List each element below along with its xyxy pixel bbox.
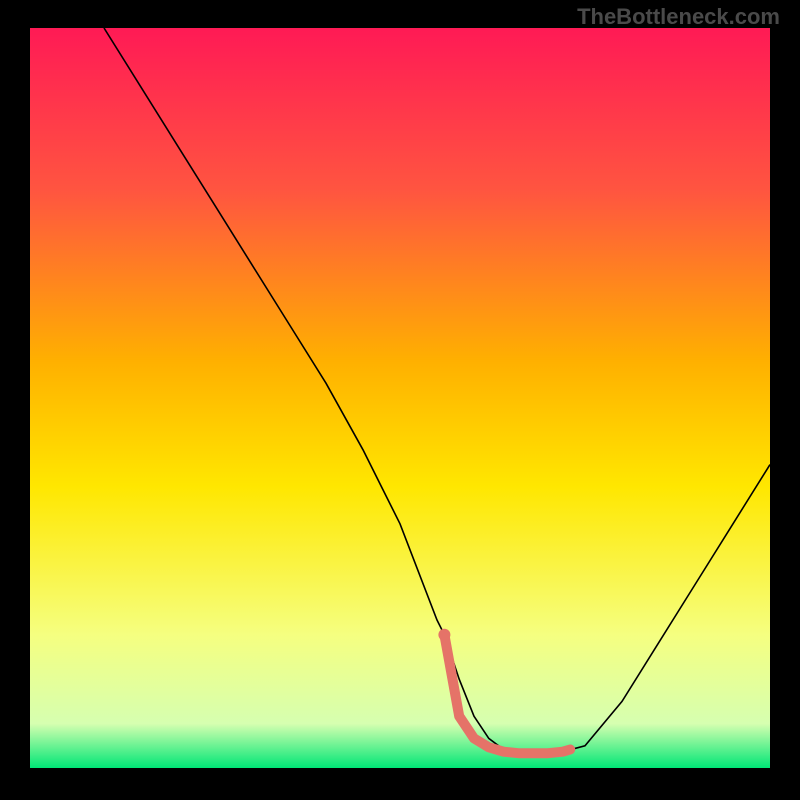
attribution-watermark: TheBottleneck.com bbox=[577, 4, 780, 30]
chart-container: TheBottleneck.com bbox=[0, 0, 800, 800]
chart-svg bbox=[30, 28, 770, 768]
plot-area bbox=[30, 28, 770, 768]
optimal-start-dot bbox=[438, 629, 450, 641]
gradient-background bbox=[30, 28, 770, 768]
